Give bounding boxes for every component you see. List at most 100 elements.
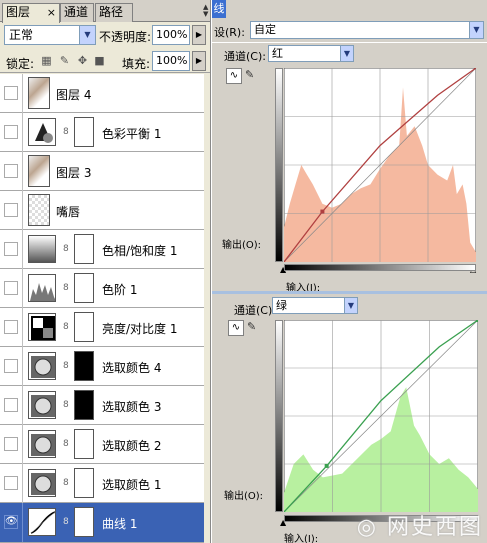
- visibility-toggle[interactable]: [4, 476, 18, 490]
- fill-slider-button[interactable]: ▶: [192, 51, 206, 71]
- pencil-icon[interactable]: ✎: [247, 320, 256, 333]
- link-icon[interactable]: 8: [63, 322, 69, 333]
- output-gradient-bar: [275, 320, 283, 512]
- layer-row[interactable]: 图层 3: [0, 152, 204, 191]
- layer-mask-thumbnail[interactable]: [74, 351, 94, 381]
- layer-list: 图层 4 8 色彩平衡 1 图层 3 嘴唇 8 色相/饱和度 1 8 色阶 1 …: [0, 74, 204, 543]
- eye-icon[interactable]: 👁: [4, 515, 18, 529]
- fill-input[interactable]: 100%: [152, 51, 190, 71]
- curve-graph-green[interactable]: [284, 320, 478, 512]
- layer-row[interactable]: 8 色彩平衡 1: [0, 113, 204, 152]
- layer-mask-thumbnail[interactable]: [74, 273, 94, 303]
- link-icon[interactable]: 8: [63, 517, 69, 528]
- layer-name: 亮度/对比度 1: [102, 322, 178, 336]
- visibility-toggle[interactable]: [4, 281, 18, 295]
- layer-mask-thumbnail[interactable]: [74, 468, 94, 498]
- preset-value: 自定: [254, 23, 276, 36]
- curve-graph-red[interactable]: [284, 68, 476, 262]
- chevron-down-icon[interactable]: ▼: [79, 26, 95, 44]
- selective-color-adjustment-icon: [28, 391, 56, 419]
- close-icon[interactable]: ×: [47, 4, 56, 21]
- visibility-toggle[interactable]: [4, 125, 18, 139]
- link-icon[interactable]: 8: [63, 283, 69, 294]
- control-point: [476, 320, 478, 322]
- layer-row[interactable]: 8 选取颜色 1: [0, 464, 204, 503]
- tab-layers[interactable]: 图层 ×: [2, 3, 60, 23]
- layer-mask-thumbnail[interactable]: [74, 507, 94, 537]
- channel-value: 红: [272, 47, 283, 60]
- opacity-slider-button[interactable]: ▶: [192, 25, 206, 45]
- preset-select[interactable]: 自定 ▼: [250, 21, 484, 39]
- layer-mask-thumbnail[interactable]: [74, 234, 94, 264]
- layer-name: 曲线 1: [102, 517, 138, 531]
- chevron-down-icon[interactable]: ▼: [344, 298, 357, 313]
- blend-opacity-row: 正常 ▼ 不透明度: 100% ▶: [0, 23, 210, 48]
- layer-row[interactable]: 8 色相/饱和度 1: [0, 230, 204, 269]
- lock-pixels-icon[interactable]: ✎: [58, 54, 71, 67]
- channel-label: 通道(C):: [234, 304, 276, 317]
- lock-position-icon[interactable]: ✥: [76, 54, 89, 67]
- layer-name: 选取颜色 2: [102, 439, 162, 453]
- visibility-toggle[interactable]: [4, 398, 18, 412]
- tab-paths-label: 路径: [99, 5, 124, 19]
- link-icon[interactable]: 8: [63, 400, 69, 411]
- brightness-contrast-adjustment-icon: [28, 313, 56, 341]
- lock-label: 锁定:: [6, 57, 35, 71]
- visibility-toggle[interactable]: [4, 320, 18, 334]
- preset-label: 设(R):: [214, 26, 245, 39]
- color-balance-adjustment-icon: [28, 118, 56, 146]
- layer-mask-thumbnail[interactable]: [74, 117, 94, 147]
- layer-row[interactable]: 8 色阶 1: [0, 269, 204, 308]
- control-point: [320, 209, 325, 214]
- curves-dialog-title: 线: [212, 0, 226, 18]
- visibility-toggle[interactable]: [4, 86, 18, 100]
- selective-color-adjustment-icon: [28, 430, 56, 458]
- selective-color-adjustment-icon: [28, 352, 56, 380]
- curves-dialog-area: 线 设(R): 自定 ▼ 通道(C): 红 ▼ ∿ ✎ 输出(O): ▲ △ 输…: [212, 0, 487, 543]
- channel-select-green[interactable]: 绿 ▼: [272, 297, 358, 314]
- layer-row[interactable]: 嘴唇: [0, 191, 204, 230]
- layer-mask-thumbnail[interactable]: [74, 390, 94, 420]
- layer-row[interactable]: 8 选取颜色 3: [0, 386, 204, 425]
- link-icon[interactable]: 8: [63, 244, 69, 255]
- visibility-toggle[interactable]: [4, 359, 18, 373]
- curves-adjustment-icon: [28, 508, 56, 536]
- visibility-toggle[interactable]: [4, 437, 18, 451]
- fill-label: 填充:: [122, 57, 151, 71]
- layer-row[interactable]: 8 亮度/对比度 1: [0, 308, 204, 347]
- visibility-toggle[interactable]: [4, 242, 18, 256]
- tab-channels-label: 通道: [64, 5, 89, 19]
- layer-row[interactable]: 8 选取颜色 2: [0, 425, 204, 464]
- layer-thumbnail: [28, 155, 50, 187]
- link-icon[interactable]: 8: [63, 478, 69, 489]
- chevron-down-icon[interactable]: ▼: [469, 22, 483, 38]
- chevron-down-icon[interactable]: ▼: [340, 46, 353, 61]
- input-label: 输入(I):: [284, 534, 319, 543]
- link-icon[interactable]: 8: [63, 439, 69, 450]
- layer-row-selected[interactable]: 👁 8 曲线 1: [0, 503, 204, 543]
- channel-select-red[interactable]: 红 ▼: [268, 45, 354, 62]
- layer-mask-thumbnail[interactable]: [74, 429, 94, 459]
- blend-mode-select[interactable]: 正常 ▼: [4, 25, 96, 45]
- curve-point-tool-icon[interactable]: ∿: [228, 320, 244, 336]
- levels-adjustment-icon: [28, 274, 56, 302]
- link-icon[interactable]: 8: [63, 127, 69, 138]
- tab-channels[interactable]: 通道: [60, 3, 94, 22]
- transparent-layer-thumbnail: [28, 194, 50, 226]
- visibility-toggle[interactable]: [4, 203, 18, 217]
- visibility-toggle[interactable]: [4, 164, 18, 178]
- pencil-icon[interactable]: ✎: [245, 68, 254, 81]
- layer-row[interactable]: 图层 4: [0, 74, 204, 113]
- tab-paths[interactable]: 路径: [95, 3, 133, 22]
- opacity-input[interactable]: 100%: [152, 25, 190, 45]
- layer-mask-thumbnail[interactable]: [74, 312, 94, 342]
- lock-transparency-icon[interactable]: ▦: [40, 54, 53, 67]
- panel-menu-arrows-icon[interactable]: ▲ ▼: [203, 4, 210, 20]
- channel-value: 绿: [276, 299, 287, 312]
- channel-label: 通道(C):: [224, 50, 266, 63]
- curve-point-tool-icon[interactable]: ∿: [226, 68, 242, 84]
- lock-all-icon[interactable]: ■: [93, 54, 106, 67]
- layer-row[interactable]: 8 选取颜色 4: [0, 347, 204, 386]
- selective-color-adjustment-icon: [28, 469, 56, 497]
- link-icon[interactable]: 8: [63, 361, 69, 372]
